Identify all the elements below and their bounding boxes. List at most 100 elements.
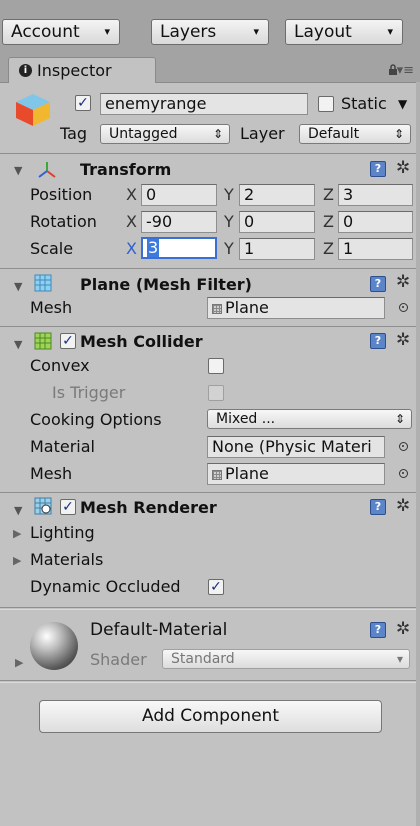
- gear-icon[interactable]: ✲: [396, 497, 410, 515]
- foldout-icon[interactable]: ▼: [14, 504, 22, 517]
- is-trigger-label: Is Trigger: [52, 383, 126, 402]
- updown-icon: ⇕: [393, 127, 404, 141]
- cooking-options-label: Cooking Options: [30, 410, 162, 429]
- divider: [0, 492, 420, 493]
- help-icon[interactable]: ?: [370, 499, 386, 515]
- mesh-renderer-title[interactable]: Mesh Renderer: [80, 498, 217, 518]
- scale-z-field[interactable]: 1: [338, 238, 413, 260]
- help-icon[interactable]: ?: [370, 622, 386, 638]
- object-picker-icon[interactable]: [399, 469, 408, 478]
- expand-icon[interactable]: ▶: [15, 656, 23, 669]
- mesh-collider-enabled-checkbox[interactable]: ✓: [60, 333, 76, 349]
- transform-icon: [36, 160, 58, 184]
- gear-icon[interactable]: ✲: [396, 273, 410, 291]
- layers-dropdown[interactable]: Layers ▾: [151, 19, 269, 45]
- lighting-label[interactable]: Lighting: [30, 523, 95, 543]
- mesh-renderer-enabled-checkbox[interactable]: ✓: [60, 499, 76, 515]
- account-dropdown[interactable]: Account ▾: [2, 19, 120, 45]
- help-icon[interactable]: ?: [370, 276, 386, 292]
- gameobject-cube-icon: [14, 92, 54, 128]
- panel-menu-icon[interactable]: ▾≡: [397, 63, 414, 78]
- chevron-down-icon: ▾: [396, 652, 403, 666]
- object-name-field[interactable]: enemyrange: [100, 93, 308, 115]
- axis-y-label[interactable]: Y: [224, 239, 234, 259]
- axis-y-label[interactable]: Y: [224, 212, 234, 232]
- mesh-field[interactable]: Plane: [207, 297, 385, 319]
- foldout-icon[interactable]: ▼: [14, 280, 22, 293]
- gear-icon[interactable]: ✲: [396, 331, 410, 349]
- foldout-icon[interactable]: ▼: [14, 164, 22, 177]
- foldout-icon[interactable]: ▼: [14, 338, 22, 351]
- position-x-field[interactable]: 0: [141, 184, 217, 206]
- object-picker-icon[interactable]: [399, 442, 408, 451]
- collider-mesh-value: Plane: [225, 464, 269, 483]
- dynamic-occluded-label: Dynamic Occluded: [30, 577, 181, 596]
- divider: [0, 326, 420, 327]
- divider: [0, 682, 420, 683]
- divider: [0, 268, 420, 269]
- shader-label: Shader: [90, 650, 147, 669]
- axis-z-label[interactable]: Z: [323, 239, 334, 259]
- info-icon: i: [19, 64, 32, 77]
- account-label: Account: [11, 22, 80, 42]
- help-icon[interactable]: ?: [370, 161, 386, 177]
- material-name: Default-Material: [90, 620, 228, 640]
- layout-dropdown[interactable]: Layout ▾: [285, 19, 403, 45]
- mesh-renderer-icon: [34, 497, 52, 519]
- tag-dropdown[interactable]: Untagged ⇕: [100, 124, 230, 144]
- object-picker-icon[interactable]: [399, 303, 408, 312]
- mesh-filter-title[interactable]: Plane (Mesh Filter): [80, 275, 252, 295]
- material-label: Material: [30, 437, 95, 456]
- rotation-z-field[interactable]: 0: [338, 211, 413, 233]
- expand-icon[interactable]: ▶: [13, 554, 21, 567]
- chevron-down-icon: ▾: [387, 25, 393, 38]
- shader-value: Standard: [171, 651, 235, 667]
- layers-label: Layers: [160, 22, 217, 42]
- mesh-collider-icon: [34, 332, 52, 354]
- gear-icon[interactable]: ✲: [396, 620, 410, 638]
- axis-x-label[interactable]: X: [126, 212, 137, 232]
- axis-z-label[interactable]: Z: [323, 185, 334, 205]
- layer-label: Layer: [240, 124, 285, 143]
- position-y-field[interactable]: 2: [239, 184, 315, 206]
- position-label: Position: [30, 185, 93, 204]
- tag-label: Tag: [60, 124, 88, 143]
- collider-mesh-field[interactable]: Plane: [207, 463, 385, 485]
- mesh-filter-icon: [34, 274, 52, 296]
- mesh-collider-title[interactable]: Mesh Collider: [80, 332, 203, 352]
- static-dropdown-icon[interactable]: ▼: [398, 94, 407, 114]
- gear-icon[interactable]: ✲: [396, 159, 410, 177]
- layout-label: Layout: [294, 22, 352, 42]
- help-icon[interactable]: ?: [370, 333, 386, 349]
- scale-x-value: 3: [147, 238, 160, 257]
- add-component-button[interactable]: Add Component: [39, 700, 382, 733]
- physic-material-field[interactable]: None (Physic Materi: [207, 436, 385, 458]
- cooking-options-dropdown[interactable]: Mixed ... ⇕: [207, 409, 412, 429]
- axis-x-label[interactable]: X: [126, 185, 137, 205]
- divider: [0, 153, 420, 154]
- axis-y-label[interactable]: Y: [224, 185, 234, 205]
- static-checkbox[interactable]: [318, 96, 334, 112]
- position-z-field[interactable]: 3: [338, 184, 413, 206]
- convex-checkbox[interactable]: [208, 358, 224, 374]
- axis-z-label[interactable]: Z: [323, 212, 334, 232]
- axis-x-label[interactable]: X: [126, 239, 137, 259]
- is-trigger-checkbox: [208, 385, 224, 401]
- dynamic-occluded-checkbox[interactable]: ✓: [208, 579, 224, 595]
- divider: [0, 607, 420, 608]
- scale-x-field[interactable]: 3: [141, 237, 217, 259]
- scale-y-field[interactable]: 1: [239, 238, 315, 260]
- mesh-label: Mesh: [30, 298, 73, 317]
- active-checkbox[interactable]: ✓: [75, 95, 91, 111]
- tab-inspector[interactable]: i Inspector: [8, 57, 156, 83]
- layer-value: Default: [308, 126, 360, 142]
- shader-dropdown[interactable]: Standard ▾: [162, 649, 410, 669]
- material-preview-sphere: [30, 622, 78, 670]
- transform-title[interactable]: Transform: [80, 160, 171, 180]
- rotation-y-field[interactable]: 0: [239, 211, 315, 233]
- layer-dropdown[interactable]: Default ⇕: [299, 124, 411, 144]
- expand-icon[interactable]: ▶: [13, 527, 21, 540]
- mesh-icon: [212, 304, 222, 314]
- rotation-x-field[interactable]: -90: [141, 211, 217, 233]
- materials-label[interactable]: Materials: [30, 550, 103, 570]
